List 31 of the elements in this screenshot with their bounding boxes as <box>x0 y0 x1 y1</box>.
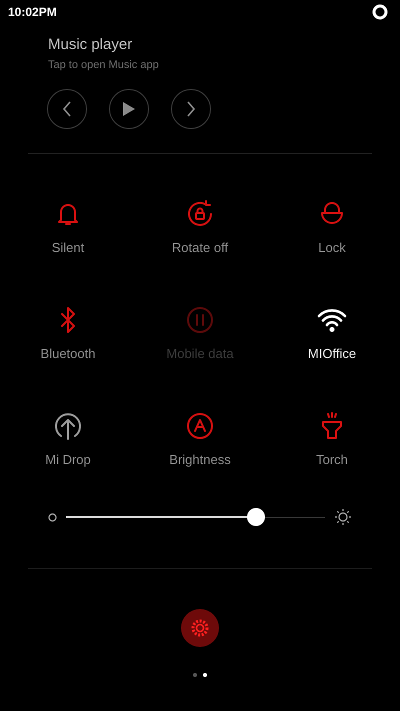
dim-brightness-icon <box>48 512 57 522</box>
sun-icon <box>334 508 352 526</box>
toggle-label: Rotate off <box>172 240 228 256</box>
quick-toggle[interactable]: Lock <box>266 198 398 256</box>
quick-toggle[interactable]: Brightness <box>134 410 266 468</box>
brightness-slider[interactable] <box>66 508 325 526</box>
status-time: 10:02PM <box>8 4 57 21</box>
music-title: Music player <box>48 36 134 54</box>
quick-toggle[interactable]: MIOffice <box>266 304 398 362</box>
chevron-right-icon <box>186 101 196 117</box>
quick-toggle[interactable]: Rotate off <box>134 198 266 256</box>
music-subtitle: Tap to open Music app <box>48 58 160 72</box>
status-ring-icon <box>372 4 388 20</box>
settings-button[interactable] <box>181 609 219 647</box>
toggle-label: Lock <box>318 240 346 256</box>
toggle-label: MIOffice <box>308 346 356 362</box>
quick-toggle[interactable]: Bluetooth <box>2 304 134 362</box>
toggle-label: Mi Drop <box>45 452 91 468</box>
slider-thumb[interactable] <box>247 508 266 526</box>
toggle-label: Brightness <box>169 452 231 468</box>
toggle-label: Bluetooth <box>40 346 96 362</box>
settings-icon <box>189 617 211 639</box>
quick-toggle[interactable]: Mi Drop <box>2 410 134 468</box>
quick-toggle[interactable]: Torch <box>266 410 398 468</box>
play-icon <box>123 102 135 116</box>
toggle-label: Silent <box>52 240 84 256</box>
toggle-label: Torch <box>316 452 348 468</box>
play-button[interactable] <box>109 89 149 129</box>
toggle-label: Mobile data <box>166 346 234 362</box>
chevron-left-icon <box>62 101 72 117</box>
quick-toggle[interactable]: Silent <box>2 198 134 256</box>
